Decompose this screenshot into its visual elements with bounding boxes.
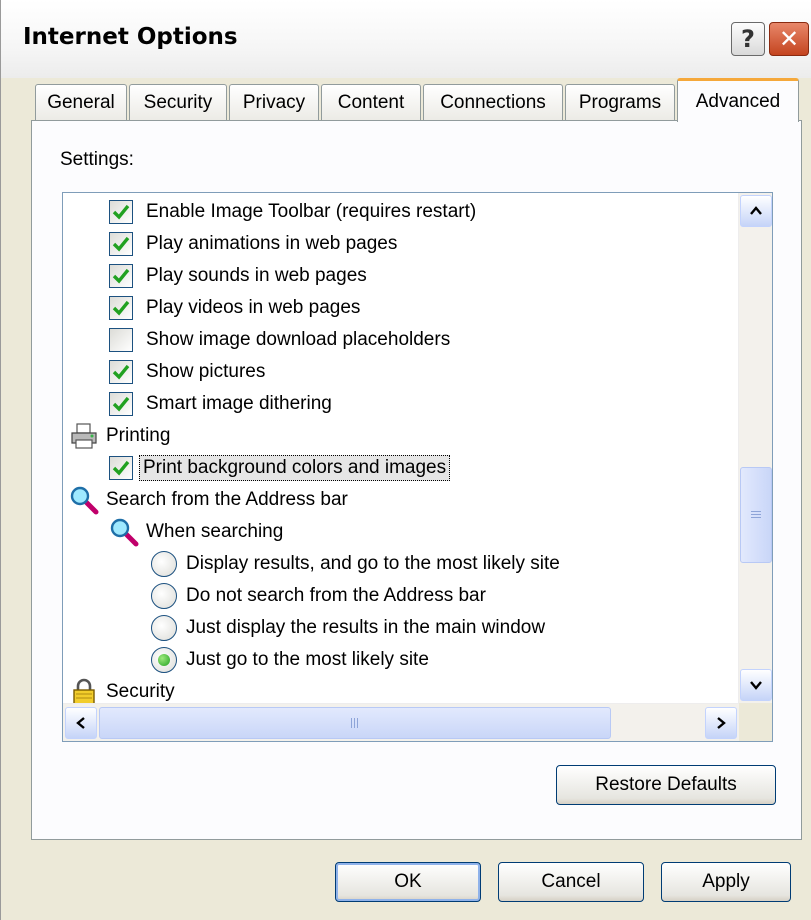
setting-label: Enable Image Toolbar (requires restart) — [146, 201, 477, 222]
chevron-right-icon — [717, 717, 726, 729]
lock-icon — [69, 677, 99, 703]
magnifier-icon — [69, 485, 99, 515]
tab-security[interactable]: Security — [129, 84, 227, 120]
option-do-not-search[interactable]: Do not search from the Address bar — [151, 580, 489, 612]
scroll-down-button[interactable] — [740, 669, 772, 701]
radio-button[interactable] — [151, 551, 177, 577]
tab-content[interactable]: Content — [321, 84, 421, 120]
checkbox[interactable] — [109, 296, 133, 320]
checkbox[interactable] — [109, 232, 133, 256]
checkmark-icon — [112, 204, 130, 220]
settings-rows: Enable Image Toolbar (requires restart) … — [63, 193, 739, 703]
option-label: Just go to the most likely site — [186, 649, 429, 670]
scrollbar-corner — [739, 703, 772, 741]
checkbox[interactable] — [109, 328, 133, 352]
setting-show-placeholders[interactable]: Show image download placeholders — [109, 324, 453, 356]
setting-play-animations[interactable]: Play animations in web pages — [109, 228, 400, 260]
option-display-results[interactable]: Display results, and go to the most like… — [151, 548, 563, 580]
checkmark-icon — [112, 396, 130, 412]
checkmark-icon — [112, 300, 130, 316]
tab-privacy[interactable]: Privacy — [229, 84, 319, 120]
radio-button[interactable] — [151, 615, 177, 641]
window-title: Internet Options — [23, 24, 238, 50]
setting-label: Print background colors and images — [139, 455, 451, 481]
setting-label: Show pictures — [146, 361, 266, 382]
scroll-left-button[interactable] — [65, 707, 97, 739]
checkbox[interactable] — [109, 392, 133, 416]
chevron-up-icon — [750, 206, 762, 215]
setting-smart-dithering[interactable]: Smart image dithering — [109, 388, 335, 420]
cancel-button[interactable]: Cancel — [498, 862, 644, 902]
option-just-display-results[interactable]: Just display the results in the main win… — [151, 612, 548, 644]
radio-selected-dot — [158, 654, 170, 666]
restore-defaults-button[interactable]: Restore Defaults — [556, 765, 776, 805]
settings-label: Settings: — [60, 149, 134, 170]
category-security: Security — [69, 676, 178, 703]
category-printing: Printing — [69, 420, 173, 452]
printer-icon — [69, 421, 99, 451]
ok-button[interactable]: OK — [335, 862, 481, 902]
setting-label: Show image download placeholders — [146, 329, 451, 350]
checkbox[interactable] — [109, 456, 133, 480]
help-button[interactable]: ? — [731, 22, 765, 56]
tab-advanced[interactable]: Advanced — [677, 78, 799, 122]
checkmark-icon — [112, 236, 130, 252]
radio-button[interactable] — [151, 583, 177, 609]
tab-connections[interactable]: Connections — [423, 84, 563, 120]
vertical-scrollbar[interactable] — [738, 193, 772, 703]
setting-play-sounds[interactable]: Play sounds in web pages — [109, 260, 370, 292]
close-button[interactable]: ✕ — [769, 22, 809, 56]
option-label: Just display the results in the main win… — [186, 617, 546, 638]
horizontal-scrollbar[interactable] — [63, 703, 739, 741]
scroll-right-button[interactable] — [705, 707, 737, 739]
category-label: Security — [106, 681, 175, 702]
settings-tree[interactable]: Enable Image Toolbar (requires restart) … — [62, 192, 773, 742]
advanced-tab-page: Settings: Enable Image Toolbar (requires… — [31, 120, 802, 840]
horizontal-scroll-thumb[interactable] — [99, 707, 611, 739]
vertical-scroll-thumb[interactable] — [740, 467, 772, 563]
title-bar: Internet Options ? ✕ — [1, 0, 811, 78]
help-icon: ? — [741, 25, 755, 53]
setting-label: Smart image dithering — [146, 393, 332, 414]
category-search-address-bar: Search from the Address bar — [69, 484, 351, 516]
option-just-go-to-site[interactable]: Just go to the most likely site — [151, 644, 432, 676]
setting-label: Play videos in web pages — [146, 297, 361, 318]
chevron-left-icon — [76, 717, 85, 729]
grip-icon — [751, 510, 761, 520]
option-label: Do not search from the Address bar — [186, 585, 486, 606]
checkbox[interactable] — [109, 264, 133, 288]
category-label: Printing — [106, 425, 171, 446]
internet-options-window: Internet Options ? ✕ General Security Pr… — [0, 0, 811, 920]
checkbox[interactable] — [109, 360, 133, 384]
checkbox[interactable] — [109, 200, 133, 224]
radio-button[interactable] — [151, 647, 177, 673]
setting-enable-image-toolbar[interactable]: Enable Image Toolbar (requires restart) — [109, 196, 479, 228]
close-icon: ✕ — [778, 25, 800, 53]
setting-show-pictures[interactable]: Show pictures — [109, 356, 268, 388]
setting-label: Play sounds in web pages — [146, 265, 367, 286]
checkmark-icon — [112, 268, 130, 284]
category-label: When searching — [146, 521, 284, 542]
tab-general[interactable]: General — [35, 84, 127, 120]
checkmark-icon — [112, 460, 130, 476]
tab-strip: General Security Privacy Content Connect… — [1, 78, 811, 122]
scroll-up-button[interactable] — [740, 195, 772, 227]
grip-icon — [350, 718, 360, 728]
category-label: Search from the Address bar — [106, 489, 348, 510]
option-label: Display results, and go to the most like… — [186, 553, 560, 574]
magnifier-icon — [109, 517, 139, 547]
setting-play-videos[interactable]: Play videos in web pages — [109, 292, 363, 324]
checkmark-icon — [112, 364, 130, 380]
setting-print-background[interactable]: Print background colors and images — [109, 452, 451, 484]
tab-programs[interactable]: Programs — [565, 84, 675, 120]
setting-label: Play animations in web pages — [146, 233, 398, 254]
chevron-down-icon — [750, 681, 762, 690]
apply-button[interactable]: Apply — [661, 862, 791, 902]
category-when-searching: When searching — [109, 516, 286, 548]
